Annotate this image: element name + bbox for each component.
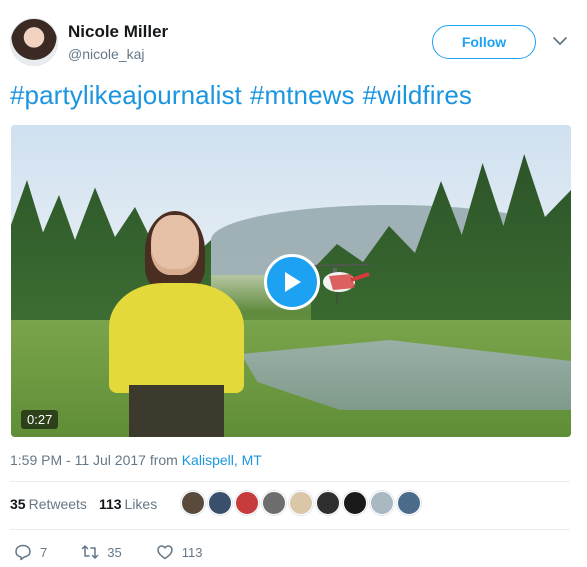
retweet-icon: [81, 545, 99, 559]
avatar[interactable]: [10, 18, 58, 66]
location-link[interactable]: Kalispell, MT: [182, 452, 262, 468]
liker-avatar[interactable]: [370, 491, 394, 515]
tweet-timestamp: 1:59 PM - 11 Jul 2017 from Kalispell, MT: [10, 452, 262, 468]
retweet-button[interactable]: 35: [81, 543, 122, 561]
engagement-stats: 35 Retweets 113 Likes: [10, 496, 157, 512]
likes-stat[interactable]: 113 Likes: [99, 496, 157, 512]
tweet-actions: 7 35 113: [14, 543, 236, 561]
hashtag-link[interactable]: #partylikeajournalist: [10, 80, 242, 110]
tweet-text: #partylikeajournalist #mtnews #wildfires: [10, 80, 480, 111]
video-duration: 0:27: [21, 410, 59, 429]
liker-avatars: [181, 491, 421, 515]
reply-icon: [15, 544, 31, 561]
follow-button[interactable]: Follow: [432, 25, 536, 59]
liker-avatar[interactable]: [208, 491, 232, 515]
heart-icon: [156, 545, 173, 560]
retweet-count: 35: [107, 544, 122, 560]
like-button[interactable]: 113: [156, 543, 203, 561]
tweet-header: Nicole Miller @nicole_kaj Follow: [10, 14, 577, 70]
liker-avatar[interactable]: [343, 491, 367, 515]
liker-avatar[interactable]: [235, 491, 259, 515]
reply-count: 7: [40, 544, 48, 560]
play-icon: [285, 272, 301, 292]
hashtag-link[interactable]: #mtnews: [250, 80, 355, 110]
like-count: 113: [181, 544, 203, 560]
play-button[interactable]: [264, 254, 320, 310]
timestamp-text[interactable]: 1:59 PM - 11 Jul 2017 from: [10, 452, 182, 468]
author-handle[interactable]: @nicole_kaj: [68, 46, 144, 62]
liker-avatar[interactable]: [181, 491, 205, 515]
reporter-figure: [109, 211, 244, 437]
liker-avatar[interactable]: [316, 491, 340, 515]
retweets-stat[interactable]: 35 Retweets: [10, 496, 87, 512]
liker-avatar[interactable]: [397, 491, 421, 515]
liker-avatar[interactable]: [262, 491, 286, 515]
hashtag-link[interactable]: #wildfires: [363, 80, 472, 110]
video-player[interactable]: 0:27: [11, 125, 571, 437]
helicopter-graphic: [311, 263, 371, 304]
reply-button[interactable]: 7: [14, 543, 47, 561]
divider: [10, 481, 570, 482]
author-name[interactable]: Nicole Miller: [68, 22, 168, 42]
divider: [10, 529, 570, 530]
chevron-down-icon[interactable]: [551, 32, 569, 50]
liker-avatar[interactable]: [289, 491, 313, 515]
